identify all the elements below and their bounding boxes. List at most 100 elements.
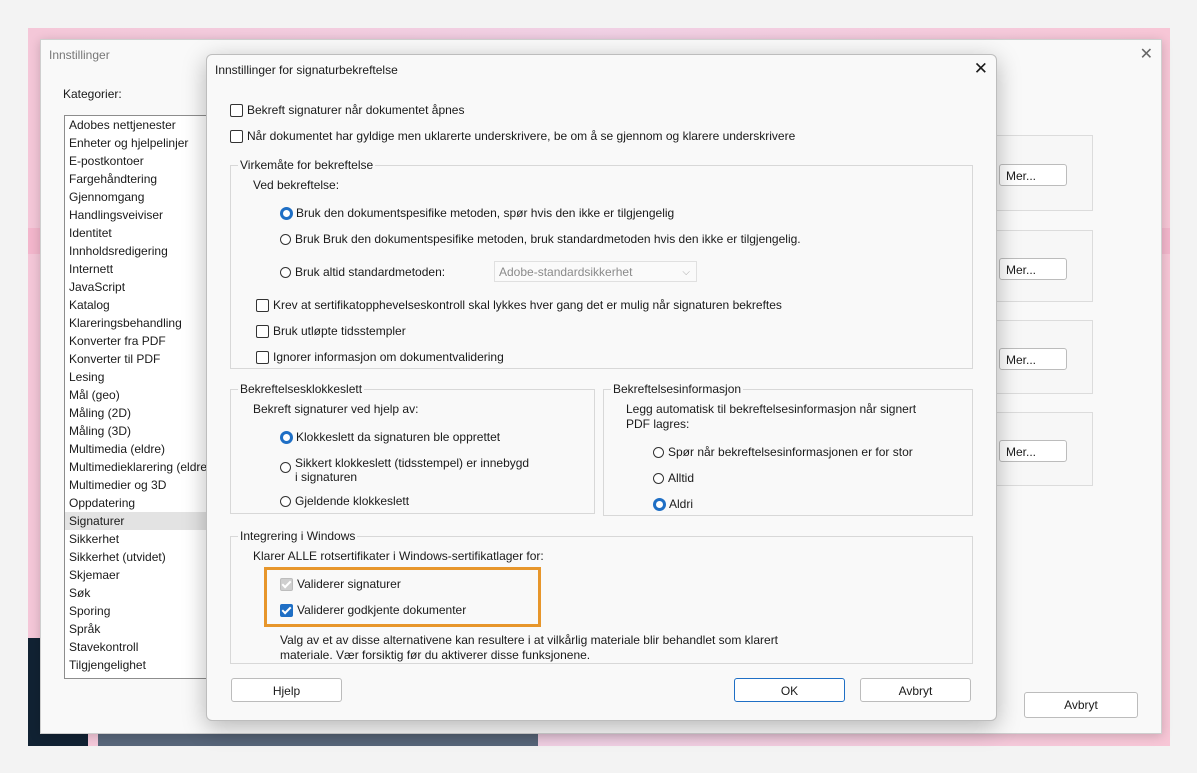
mer-button[interactable]: Mer... [999,258,1067,280]
category-item[interactable]: Sporing [65,602,225,620]
radio[interactable] [280,495,291,507]
check-ignore-validation[interactable]: Ignorer informasjon om dokumentvaliderin… [256,350,504,364]
category-item[interactable]: Lesing [65,368,225,386]
radio-label: Bruk Bruk den dokumentspesifike metoden,… [295,232,801,246]
radio-label: Klokkeslett da signaturen ble opprettet [296,430,501,444]
verification-time-group: Bekreftelsesklokkeslett Bekreft signatur… [230,382,595,514]
default-method-value: Adobe-standardsikkerhet [499,265,633,279]
radio-secure-time[interactable]: Sikkert klokkeslett (tidsstempel) er inn… [280,456,529,484]
radio-label: Sikkert klokkeslett (tidsstempel) er inn… [295,456,530,470]
cancel-button[interactable]: Avbryt [860,678,971,702]
group-subtitle: Ved bekreftelse: [253,178,340,192]
help-button[interactable]: Hjelp [231,678,342,702]
radio-ask-too-large[interactable]: Spør når bekreftelsesinformasjonen er fo… [653,445,913,459]
check-verify-on-open[interactable]: Bekreft signaturer når dokumentet åpnes [230,103,464,117]
warning-note-line1: Valg av et av disse alternativene kan re… [280,633,779,647]
category-item[interactable]: Signaturer [65,512,225,530]
warning-note-line2: materiale. Vær forsiktig før du aktivere… [280,648,591,662]
check-review-untrusted[interactable]: Når dokumentet har gyldige men uklarerte… [230,129,795,143]
checkbox[interactable] [230,129,243,143]
radio[interactable] [280,206,293,220]
verification-behavior-group: Virkemåte for bekreftelse Ved bekreftels… [230,158,973,369]
group-subtitle: Legg automatisk til bekreftelsesinformas… [626,402,917,416]
radio-never[interactable]: Aldri [653,497,693,511]
default-method-select[interactable]: Adobe-standardsikkerhet ⌵ [494,261,697,282]
category-item[interactable]: Fargehåndtering [65,170,225,188]
category-list[interactable]: Adobes nettjenester Enheter og hjelpelinj… [64,115,226,679]
group-subtitle: PDF lagres: [626,417,690,431]
category-item[interactable]: Sikkerhet [65,530,225,548]
check-expired-timestamps[interactable]: Bruk utløpte tidsstempler [256,324,406,338]
window-title: Innstillinger [49,48,110,62]
category-item[interactable]: Oppdatering [65,494,225,512]
radio-current-time[interactable]: Gjeldende klokkeslett [280,494,409,508]
dialog-title: Innstillinger for signaturbekreftelse [215,63,398,77]
radio-document-specific[interactable]: Bruk den dokumentspesifike metoden, spør… [280,206,674,220]
category-item[interactable]: JavaScript [65,278,225,296]
category-item[interactable]: Klareringsbehandling [65,314,225,332]
checkbox[interactable] [256,350,269,364]
category-item[interactable]: Tilgjengelighet [65,656,225,674]
check-revocation[interactable]: Krev at sertifikatopphevelseskontroll sk… [256,298,782,312]
radio[interactable] [653,446,664,458]
checkbox[interactable] [256,324,269,338]
category-item[interactable]: Søk [65,584,225,602]
radio-signature-creation-time[interactable]: Klokkeslett da signaturen ble opprettet [280,430,500,444]
radio[interactable] [280,233,291,245]
radio[interactable] [280,266,291,278]
group-legend: Virkemåte for bekreftelse [238,158,376,172]
category-item[interactable]: Enheter og hjelpelinjer [65,134,225,152]
radio-label: Bruk den dokumentspesifike metoden, spør… [296,206,675,220]
category-item[interactable]: Konverter til PDF [65,350,225,368]
category-item[interactable]: Adobes nettjenester [65,116,225,134]
category-item[interactable]: Konverter fra PDF [65,332,225,350]
close-icon[interactable]: ✕ [1140,44,1153,64]
radio-label: Gjeldende klokkeslett [295,494,410,508]
background-strip [98,732,538,746]
categories-label: Kategorier: [63,87,122,101]
checkbox-label: Bekreft signaturer når dokumentet åpnes [247,103,465,117]
mer-button[interactable]: Mer... [999,440,1067,462]
group-subtitle: Bekreft signaturer ved hjelp av: [253,402,419,416]
highlight-box [264,567,541,627]
close-icon[interactable]: ✕ [974,59,988,79]
mer-button[interactable]: Mer... [999,348,1067,370]
radio[interactable] [280,462,291,473]
radio[interactable] [653,472,664,484]
category-item[interactable]: Gjennomgang [65,188,225,206]
checkbox-label: Bruk utløpte tidsstempler [273,324,406,338]
checkbox[interactable] [230,103,243,117]
category-item[interactable]: Måling (3D) [65,422,225,440]
radio-always-default[interactable]: Bruk altid standardmetoden: [280,265,445,279]
group-legend: Bekreftelsesklokkeslett [238,382,365,396]
category-item[interactable]: Innholdsredigering [65,242,225,260]
category-item[interactable]: Skjemaer [65,566,225,584]
category-item[interactable]: Multimedia (eldre) [65,440,225,458]
mer-button[interactable]: Mer... [999,164,1067,186]
radio-document-specific-fallback[interactable]: Bruk Bruk den dokumentspesifike metoden,… [280,232,801,246]
category-item[interactable]: Identitet [65,224,225,242]
radio-label: Alltid [668,471,695,485]
category-item[interactable]: Multimedier og 3D [65,476,225,494]
category-item[interactable]: Internett [65,260,225,278]
ok-button[interactable]: OK [734,678,845,702]
radio-always[interactable]: Alltid [653,471,694,485]
category-item[interactable]: Stavekontroll [65,638,225,656]
category-item[interactable]: Handlingsveiviser [65,206,225,224]
chevron-down-icon: ⌵ [682,267,690,278]
category-item[interactable]: Multimedieklarering (eldre) [65,458,225,476]
category-item[interactable]: Språk [65,620,225,638]
category-item[interactable]: Katalog [65,296,225,314]
category-item[interactable]: E-postkontoer [65,152,225,170]
radio[interactable] [653,497,666,511]
group-legend: Bekreftelsesinformasjon [611,382,744,396]
checkbox[interactable] [256,298,269,312]
category-item[interactable]: Måling (2D) [65,404,225,422]
radio[interactable] [280,430,293,444]
category-item[interactable]: Sikkerhet (utvidet) [65,548,225,566]
category-item[interactable]: Mål (geo) [65,386,225,404]
checkbox-label: Krev at sertifikatopphevelseskontroll sk… [273,298,782,312]
group-subtitle: Klarer ALLE rotsertifikater i Windows-se… [253,549,544,563]
main-cancel-button[interactable]: Avbryt [1024,692,1138,718]
radio-label: Aldri [669,497,694,511]
